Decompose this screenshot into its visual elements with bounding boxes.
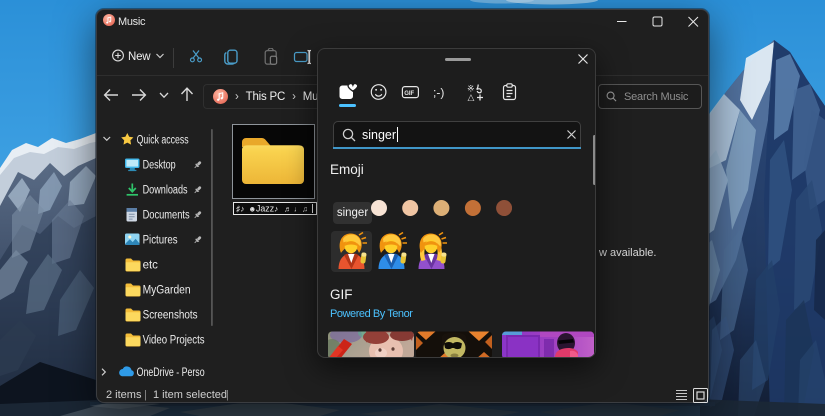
svg-text:New: New [128, 51, 151, 63]
svg-text:Screenshots: Screenshots [143, 309, 198, 321]
svg-text:Quick access: Quick access [137, 135, 189, 147]
svg-text:GIF: GIF [404, 91, 414, 97]
svg-text:OneDrive - Perso: OneDrive - Perso [137, 367, 205, 379]
svg-text:Downloads: Downloads [143, 184, 188, 196]
svg-text:etc: etc [143, 259, 159, 271]
svg-text:Documents: Documents [143, 209, 190, 221]
svg-text:♪: ♪ [274, 204, 278, 214]
svg-text:♩: ♩ [294, 205, 302, 214]
svg-text:Desktop: Desktop [143, 160, 176, 172]
svg-text:Jazz: Jazz [256, 204, 274, 214]
svg-text:Pictures: Pictures [143, 234, 178, 246]
svg-text:△: △ [468, 92, 475, 101]
svg-text:♬: ♬ [284, 205, 292, 214]
svg-text:;-): ;-) [433, 86, 444, 100]
svg-text:MyGarden: MyGarden [143, 284, 191, 296]
svg-text:♫: ♫ [302, 205, 308, 214]
svg-text:♯♪: ♯♪ [236, 204, 244, 214]
svg-text:Video Projects: Video Projects [143, 334, 205, 346]
